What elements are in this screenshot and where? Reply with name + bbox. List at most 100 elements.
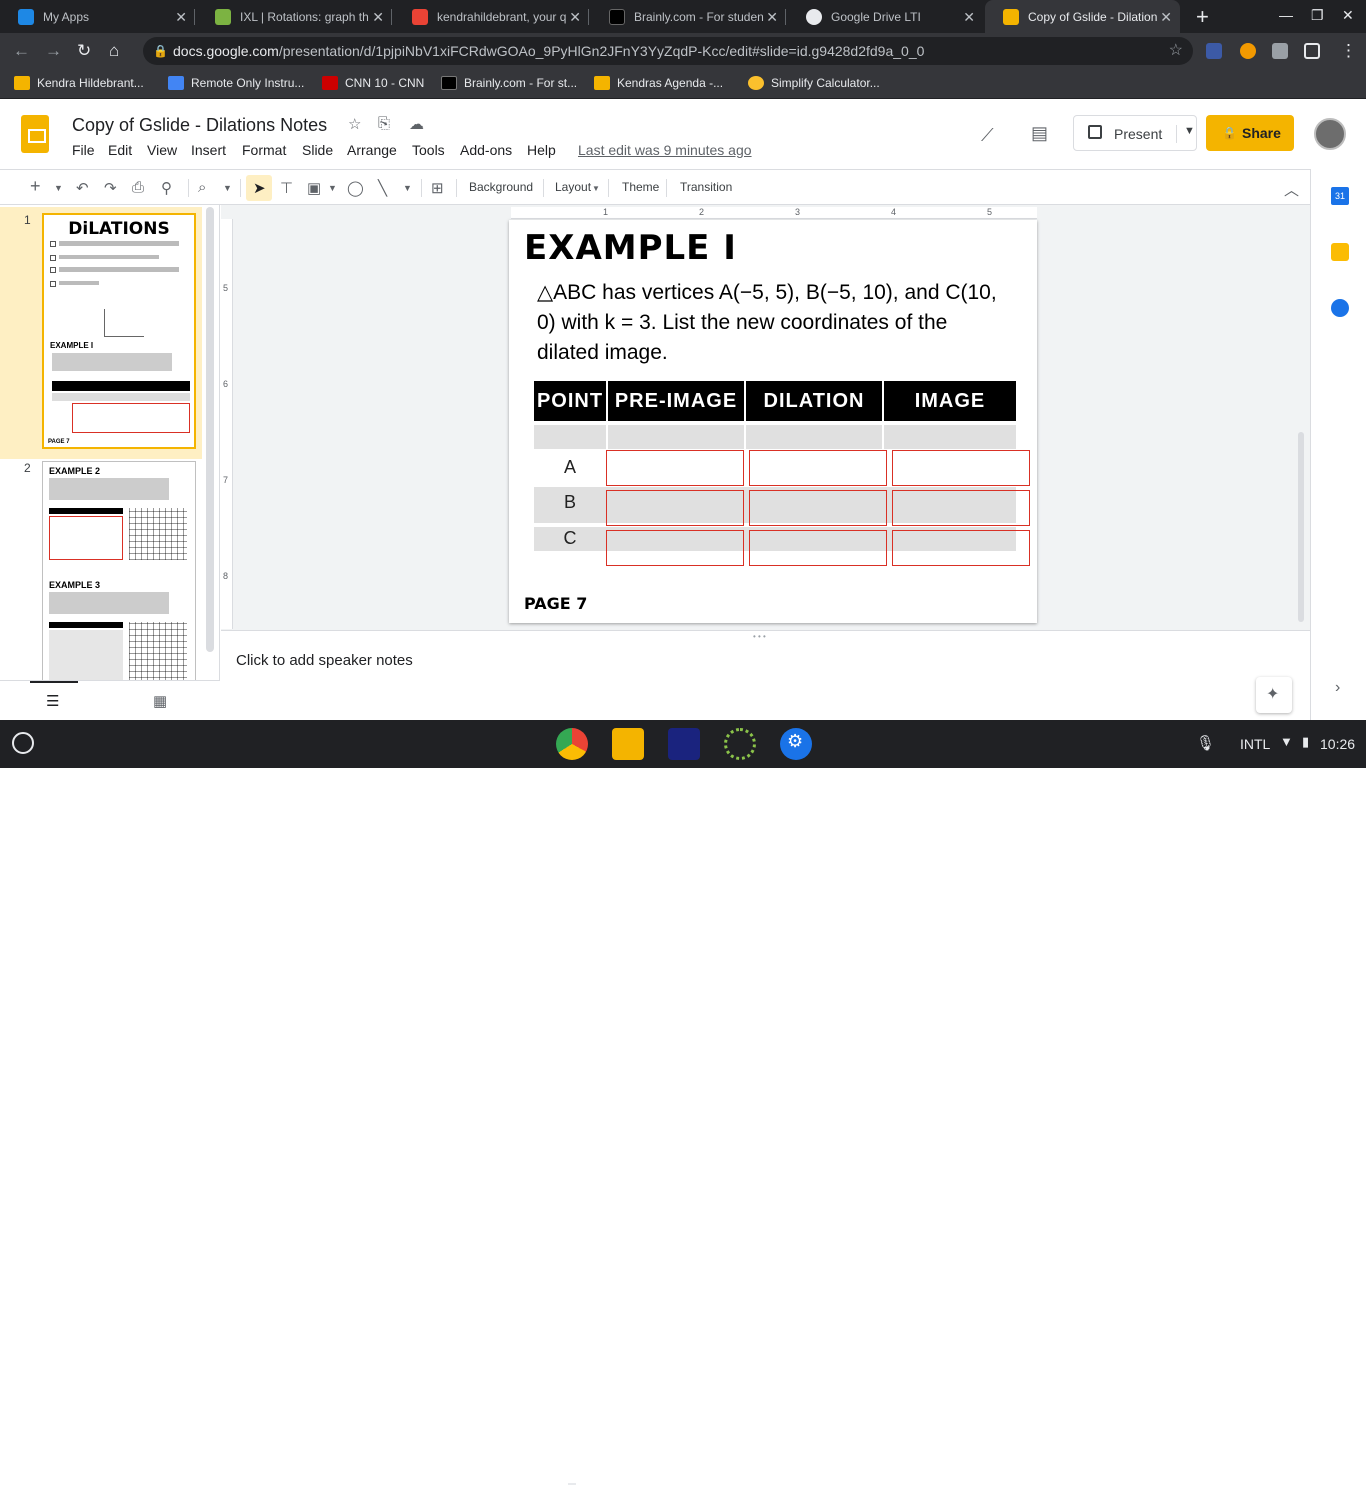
close-icon[interactable]: ✕ — [569, 9, 581, 26]
close-icon[interactable]: ✕ — [372, 9, 384, 26]
explore-button[interactable]: ✦ — [1256, 677, 1292, 713]
star-icon[interactable]: ☆ — [348, 115, 361, 133]
problem-text[interactable]: △ABC has vertices A(−5, 5), B(−5, 10), a… — [537, 278, 1007, 368]
keep-icon[interactable] — [1331, 243, 1349, 261]
filmstrip-view-icon[interactable]: ☰ — [46, 692, 59, 710]
cell-b-preimage[interactable] — [606, 490, 744, 526]
app-icon[interactable] — [668, 728, 700, 760]
bookmark-star-icon[interactable]: ☆ — [1169, 37, 1183, 65]
close-icon[interactable]: ✕ — [963, 9, 975, 26]
move-folder-icon[interactable]: ⎘ — [378, 115, 390, 132]
tab-brainly[interactable]: Brainly.com - For studen ✕ — [591, 0, 786, 33]
vertical-scrollbar[interactable] — [1298, 432, 1304, 622]
comments-icon[interactable]: ▤ — [1031, 123, 1048, 144]
slide-thumbnail-2[interactable]: EXAMPLE 2 EXAMPLE 3 — [42, 461, 196, 701]
tab-my-apps[interactable]: My Apps ✕ — [0, 0, 195, 33]
background-button[interactable]: Background — [469, 180, 533, 194]
chevron-down-icon[interactable]: ▼ — [54, 183, 63, 193]
menu-format[interactable]: Format — [242, 142, 286, 158]
chevron-down-icon[interactable]: ▼ — [592, 184, 600, 193]
close-window-icon[interactable]: ✕ — [1342, 7, 1354, 24]
cell-b-dilation[interactable] — [749, 490, 887, 526]
classroom-app-icon[interactable] — [612, 728, 644, 760]
chevron-down-icon[interactable]: ▼ — [328, 183, 337, 193]
paint-format-icon[interactable]: ⚲ — [161, 179, 172, 197]
activity-trend-icon[interactable]: ⟋ — [981, 125, 994, 146]
cursor-icon[interactable]: ➤ — [253, 179, 266, 197]
chevron-down-icon[interactable]: ▼ — [403, 183, 412, 193]
document-title[interactable]: Copy of Gslide - Dilations Notes — [72, 115, 327, 136]
calendar-icon[interactable]: 31 — [1331, 187, 1349, 205]
share-button[interactable]: 🔒 Share — [1206, 115, 1294, 151]
add-comment-icon[interactable]: ⊞ — [431, 179, 444, 197]
cell-a-dilation[interactable] — [749, 450, 887, 486]
clock[interactable]: 10:26 — [1320, 736, 1355, 752]
chevron-down-icon[interactable]: ▼ — [1176, 125, 1195, 143]
menu-slide[interactable]: Slide — [302, 142, 333, 158]
menu-file[interactable]: File — [72, 142, 95, 158]
home-icon[interactable]: ⌂ — [109, 41, 119, 61]
bookmark-item[interactable]: CNN 10 - CNN — [322, 76, 424, 90]
cast-icon[interactable] — [1304, 43, 1320, 59]
cell-c-dilation[interactable] — [749, 530, 887, 566]
tab-gslide-active[interactable]: Copy of Gslide - Dilation ✕ — [985, 0, 1180, 33]
close-icon[interactable]: ✕ — [175, 9, 187, 26]
menu-addons[interactable]: Add-ons — [460, 142, 512, 158]
slide-page[interactable]: EXAMPLE I △ABC has vertices A(−5, 5), B(… — [509, 220, 1037, 623]
microphone-icon[interactable]: 🎙 — [1196, 734, 1215, 752]
theme-button[interactable]: Theme — [622, 180, 659, 194]
layout-button[interactable]: Layout — [555, 180, 591, 194]
bookmark-item[interactable]: Brainly.com - For st... — [441, 76, 577, 90]
language-indicator[interactable]: INTL — [1240, 736, 1270, 752]
bookmark-item[interactable]: Remote Only Instru... — [168, 76, 304, 90]
back-icon[interactable]: ← — [13, 41, 30, 61]
slide-thumbnail-1[interactable]: DiLATIONS EXAMPLE I PAGE 7 — [42, 213, 196, 449]
url-bar[interactable]: 🔒 docs.google.com/presentation/d/1pjpiNb… — [143, 37, 1193, 65]
menu-arrange[interactable]: Arrange — [347, 142, 397, 158]
puzzle-extensions-icon[interactable] — [1272, 43, 1288, 59]
menu-tools[interactable]: Tools — [412, 142, 445, 158]
close-icon[interactable]: ✕ — [1160, 9, 1172, 26]
line-icon[interactable]: ╲ — [378, 179, 387, 197]
collapse-chevron-up-icon[interactable]: ︿ — [1284, 179, 1299, 200]
extension-icon[interactable] — [1240, 43, 1256, 59]
bookmark-item[interactable]: Simplify Calculator... — [748, 76, 880, 90]
forward-icon[interactable]: → — [45, 41, 62, 61]
reload-icon[interactable]: ↻ — [77, 41, 91, 61]
redo-icon[interactable]: ↷ — [104, 179, 117, 197]
tab-google-drive-lti[interactable]: Google Drive LTI ✕ — [788, 0, 983, 33]
wifi-icon[interactable]: ▼ — [1280, 734, 1293, 749]
chevron-down-icon[interactable]: ▼ — [223, 183, 232, 193]
new-tab-button[interactable]: + — [1196, 4, 1209, 30]
print-icon[interactable]: ⎙ — [132, 179, 144, 196]
cell-c-image[interactable] — [892, 530, 1030, 566]
menu-edit[interactable]: Edit — [108, 142, 132, 158]
tab-gmail[interactable]: kendrahildebrant, your q ✕ — [394, 0, 589, 33]
maximize-icon[interactable]: ❐ — [1311, 7, 1324, 24]
speaker-notes[interactable]: • • • Click to add speaker notes ✦ — [221, 630, 1310, 720]
slides-logo-icon[interactable] — [21, 115, 49, 153]
new-slide-plus-icon[interactable]: + — [30, 176, 41, 197]
launcher-icon[interactable] — [12, 732, 34, 754]
avatar[interactable] — [1314, 118, 1346, 150]
transition-button[interactable]: Transition — [680, 180, 732, 194]
chrome-app-icon[interactable] — [556, 728, 588, 760]
bookmark-item[interactable]: Kendras Agenda -... — [594, 76, 723, 90]
tasks-icon[interactable] — [1331, 299, 1349, 317]
cell-a-preimage[interactable] — [606, 450, 744, 486]
settings-app-icon[interactable]: ⚙ — [780, 728, 812, 760]
cell-b-image[interactable] — [892, 490, 1030, 526]
cell-a-image[interactable] — [892, 450, 1030, 486]
bookmark-item[interactable]: Kendra Hildebrant... — [14, 76, 144, 90]
menu-dots-icon[interactable]: ⋮ — [1340, 41, 1357, 61]
tab-ixl[interactable]: IXL | Rotations: graph th ✕ — [197, 0, 392, 33]
menu-view[interactable]: View — [147, 142, 177, 158]
shape-icon[interactable]: ◯ — [347, 179, 364, 197]
extension-icon[interactable] — [1206, 43, 1222, 59]
app-icon[interactable] — [724, 728, 756, 760]
minimize-icon[interactable]: — — [1279, 7, 1293, 23]
battery-icon[interactable]: ▮ — [1302, 734, 1309, 750]
undo-icon[interactable]: ↶ — [76, 179, 89, 197]
expand-panel-chevron-icon[interactable]: › — [1335, 679, 1340, 697]
last-edit-link[interactable]: Last edit was 9 minutes ago — [578, 142, 752, 158]
